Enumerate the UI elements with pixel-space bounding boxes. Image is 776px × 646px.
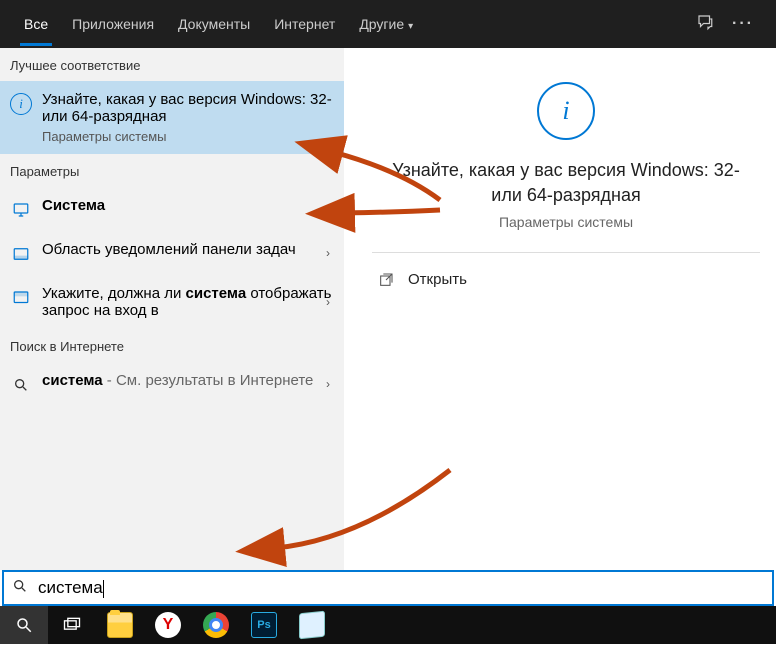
taskbar-search-button[interactable] <box>0 606 48 644</box>
open-label: Открыть <box>408 271 467 288</box>
preview-pane: i Узнайте, какая у вас версия Windows: 3… <box>356 60 776 570</box>
settings-item-notification-area[interactable]: Область уведомлений панели задач › <box>0 231 344 275</box>
more-options-icon[interactable]: ··· <box>732 15 754 33</box>
search-input[interactable]: система <box>38 578 764 598</box>
info-icon: i <box>10 93 32 115</box>
preview-subtitle: Параметры системы <box>356 214 776 230</box>
settings-item-signin-prompt[interactable]: Укажите, должна ли система отображать за… <box>0 275 344 329</box>
divider <box>372 252 760 253</box>
tab-internet[interactable]: Интернет <box>262 2 347 46</box>
preview-title: Узнайте, какая у вас версия Windows: 32-… <box>356 158 776 208</box>
open-action[interactable]: Открыть <box>356 259 776 300</box>
chevron-right-icon: › <box>326 246 330 260</box>
taskbar-app-explorer[interactable] <box>96 612 144 638</box>
taskbar-app-notepad[interactable] <box>288 612 336 638</box>
taskbar-app-chrome[interactable] <box>192 612 240 638</box>
taskbar-app-photoshop[interactable]: Ps <box>240 612 288 638</box>
results-left-pane: Лучшее соответствие i Узнайте, какая у в… <box>0 48 344 570</box>
search-header: Все Приложения Документы Интернет Другие… <box>0 0 776 48</box>
search-icon <box>10 374 32 396</box>
text-caret <box>103 580 104 598</box>
best-match-title: Узнайте, какая у вас версия Windows: 32-… <box>42 91 332 125</box>
feedback-icon[interactable] <box>696 13 714 36</box>
best-match-subtitle: Параметры системы <box>42 129 332 144</box>
chevron-right-icon: › <box>326 295 330 309</box>
lockscreen-icon <box>10 287 32 309</box>
tab-apps[interactable]: Приложения <box>60 2 166 46</box>
chevron-right-icon: › <box>326 202 330 216</box>
taskbar-taskview-button[interactable] <box>48 606 96 644</box>
section-settings: Параметры <box>0 154 344 187</box>
section-web: Поиск в Интернете <box>0 329 344 362</box>
best-match-item[interactable]: i Узнайте, какая у вас версия Windows: 3… <box>0 81 344 154</box>
tab-documents[interactable]: Документы <box>166 2 262 46</box>
tab-more[interactable]: Другие▾ <box>347 2 425 46</box>
taskbar-app-yandex[interactable]: Y <box>144 612 192 638</box>
info-icon: i <box>537 82 595 140</box>
open-icon <box>378 272 394 288</box>
search-results-content: Лучшее соответствие i Узнайте, какая у в… <box>0 48 776 570</box>
search-bar[interactable]: система <box>2 570 774 606</box>
taskbar-icon <box>10 243 32 265</box>
section-best-match: Лучшее соответствие <box>0 48 344 81</box>
settings-item-label: Область уведомлений панели задач <box>42 241 296 258</box>
search-icon <box>12 578 28 599</box>
chevron-right-icon: › <box>326 377 330 391</box>
settings-item-label: Система <box>42 197 105 214</box>
settings-item-system[interactable]: Система › <box>0 187 344 231</box>
web-search-item[interactable]: система - См. результаты в Интернете › <box>0 362 344 406</box>
monitor-icon <box>10 199 32 221</box>
chevron-down-icon: ▾ <box>408 21 413 32</box>
tab-all[interactable]: Все <box>12 2 60 46</box>
taskbar: Y Ps <box>0 606 776 644</box>
